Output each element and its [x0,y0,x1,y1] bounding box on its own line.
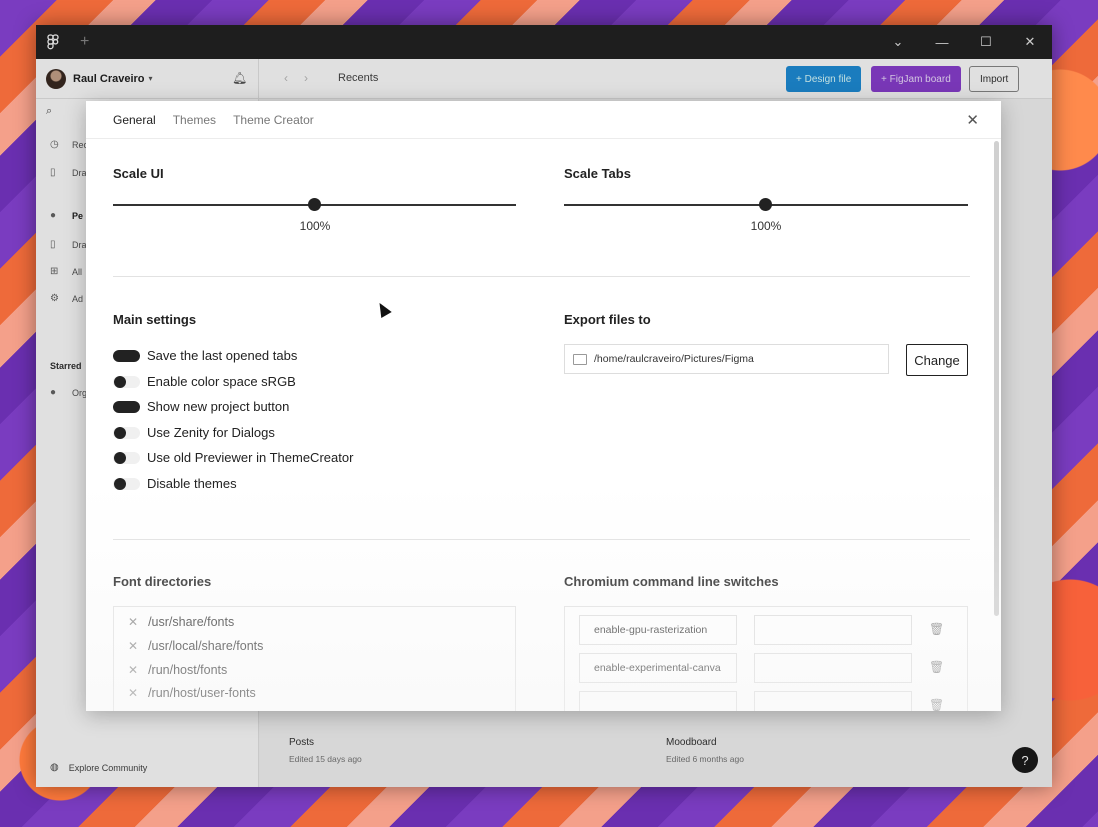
font-path: /run/host/user-fonts [148,686,256,700]
list-item: ✕ /usr/local/share/fonts [128,639,263,653]
export-path-field[interactable]: /home/raulcraveiro/Pictures/Figma [564,344,889,374]
list-item: ✕ /run/host/fonts [128,663,227,677]
export-path-value: /home/raulcraveiro/Pictures/Figma [594,353,754,365]
scale-ui-title: Scale UI [113,166,164,181]
remove-icon[interactable]: ✕ [128,639,138,653]
trash-icon[interactable]: 🗑︎ [929,622,944,636]
settings-tabs: General Themes Theme Creator [86,101,1001,139]
toggle-switch[interactable] [113,477,140,490]
remove-icon[interactable]: ✕ [128,615,138,629]
setting-disable-themes[interactable]: Disable themes [113,476,237,491]
chevron-down-icon[interactable]: ⌄ [876,25,920,59]
change-button[interactable]: Change [906,344,968,376]
switch-name-input[interactable]: enable-gpu-rasterization [579,615,737,645]
font-path: /usr/local/share/fonts [148,639,264,653]
font-directories-title: Font directories [113,574,212,589]
setting-show-new-project[interactable]: Show new project button [113,399,289,414]
chromium-switches-title: Chromium command line switches [564,574,779,589]
tab-themes[interactable]: Themes [173,113,216,127]
main-settings-title: Main settings [113,312,197,327]
font-path: /usr/share/fonts [148,615,235,629]
toggle-switch[interactable] [113,375,140,388]
switch-name-input[interactable] [579,691,737,711]
setting-use-zenity[interactable]: Use Zenity for Dialogs [113,425,275,440]
divider [113,276,970,277]
font-path: /run/host/fonts [148,663,228,677]
trash-icon[interactable]: 🗑︎ [929,698,944,711]
font-directories-list: ✕ /usr/share/fonts ✕ /usr/local/share/font… [113,606,516,711]
switch-value-input[interactable] [754,653,912,683]
close-window-button[interactable]: ✕ [1008,25,1052,59]
toggle-switch[interactable] [113,451,140,464]
export-title: Export files to [564,312,651,327]
switch-name-input[interactable]: enable-experimental-canva [579,653,737,683]
setting-label: Use Zenity for Dialogs [147,425,275,440]
close-icon[interactable]: ✕ [966,111,979,129]
new-tab-button[interactable]: + [80,33,89,51]
remove-icon[interactable]: ✕ [128,686,138,700]
divider [113,539,970,540]
setting-save-last-tabs[interactable]: Save the last opened tabs [113,348,297,363]
title-bar: + ⌄ — ☐ ✕ [36,25,1052,59]
setting-old-previewer[interactable]: Use old Previewer in ThemeCreator [113,450,353,465]
scale-ui-value: 100% [299,219,331,233]
maximize-button[interactable]: ☐ [964,25,1008,59]
window-controls: ⌄ — ☐ ✕ [876,25,1052,59]
trash-icon[interactable]: 🗑︎ [929,660,944,674]
switch-value-input[interactable] [754,615,912,645]
setting-label: Enable color space sRGB [147,374,296,389]
chromium-switches-list: enable-gpu-rasterization 🗑︎ enable-exper… [564,606,968,711]
figma-logo-icon[interactable] [36,25,70,59]
tab-general[interactable]: General [113,113,156,127]
switch-value-input[interactable] [754,691,912,711]
toggle-switch[interactable] [113,400,140,413]
minimize-button[interactable]: — [920,25,964,59]
slider-knob[interactable] [759,198,772,211]
list-item: ✕ /usr/share/fonts [128,615,234,629]
slider-knob[interactable] [308,198,321,211]
folder-icon [573,353,587,365]
scale-tabs-title: Scale Tabs [564,166,631,181]
setting-color-space-srgb[interactable]: Enable color space sRGB [113,374,296,389]
setting-label: Use old Previewer in ThemeCreator [147,450,354,465]
scrollbar[interactable] [994,141,999,616]
setting-label: Show new project button [147,399,290,414]
scale-tabs-value: 100% [750,219,782,233]
tab-theme-creator[interactable]: Theme Creator [233,113,314,127]
remove-icon[interactable]: ✕ [128,663,138,677]
toggle-switch[interactable] [113,426,140,439]
setting-label: Disable themes [147,476,237,491]
toggle-switch[interactable] [113,349,140,362]
setting-label: Save the last opened tabs [147,348,298,363]
scale-tabs-slider[interactable] [564,198,968,211]
list-item: ✕ /run/host/user-fonts [128,686,256,700]
settings-modal: General Themes Theme Creator ✕ Scale UI … [86,101,1001,711]
scale-ui-slider[interactable] [113,198,516,211]
